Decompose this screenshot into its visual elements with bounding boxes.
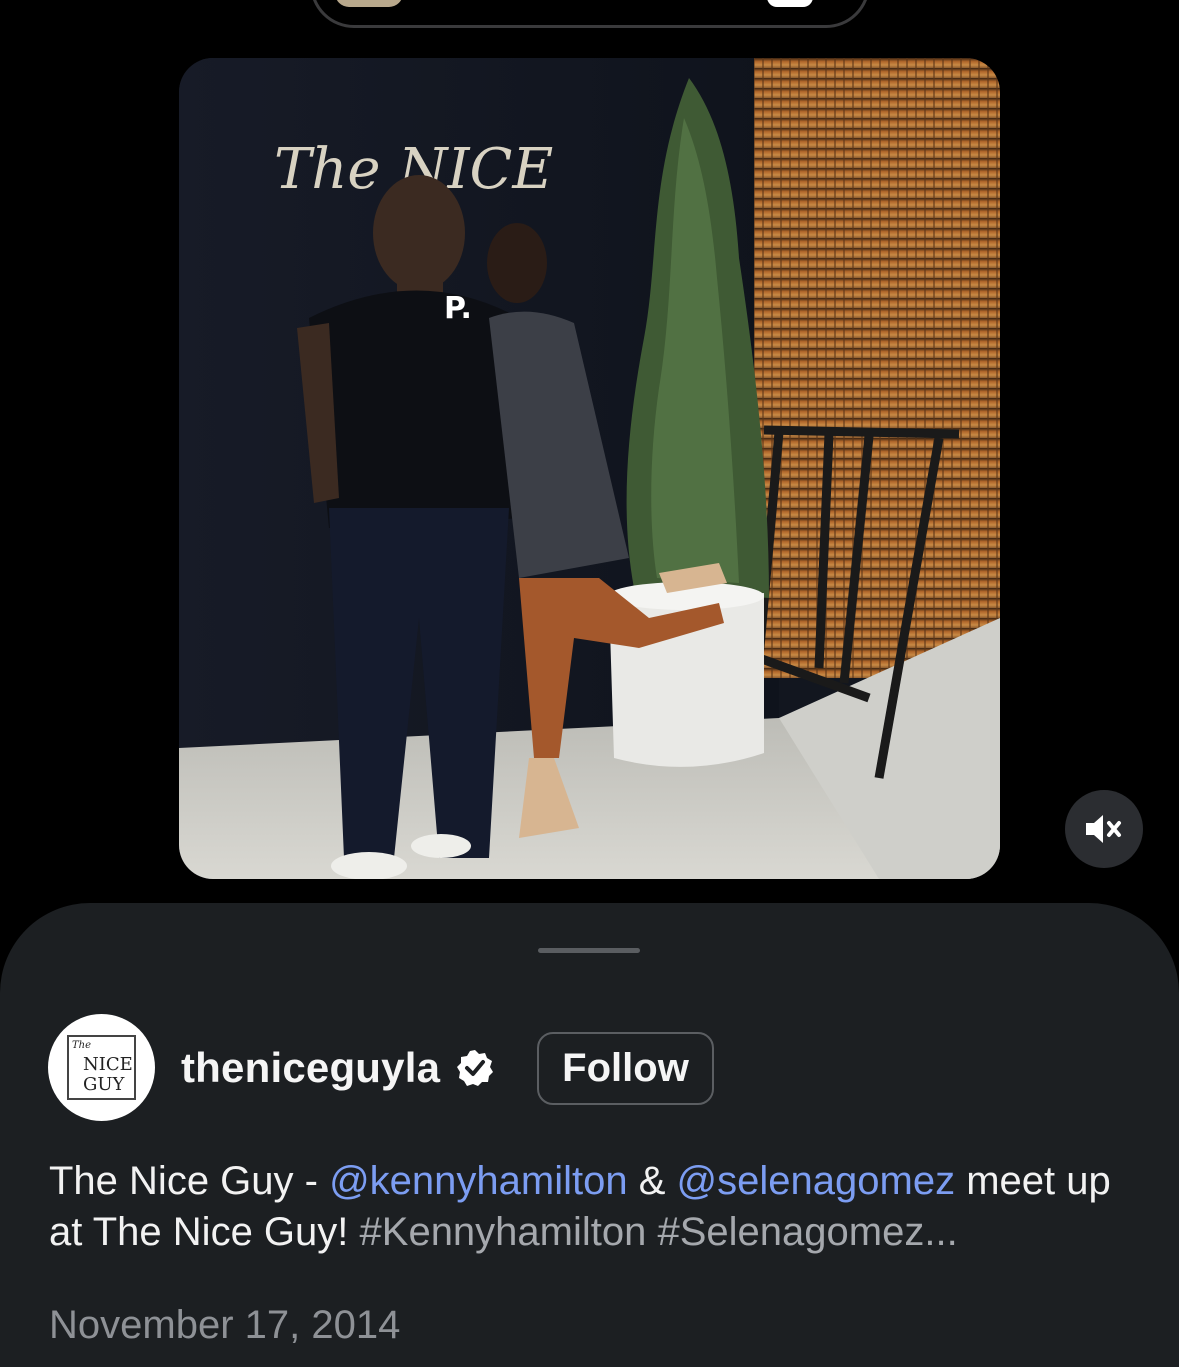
avatar-text-guy: GUY [83,1074,126,1095]
account-row: theniceguyla [181,1043,494,1093]
shirt-letter: P. [444,291,472,326]
mention-selenagomez[interactable]: @selenagomez [677,1159,956,1203]
speaker-muted-icon [1086,815,1121,843]
verified-badge-icon [457,1050,494,1086]
mention-kennyhamilton[interactable]: @kennyhamilton [329,1159,628,1203]
avatar-text-the: The [72,1040,91,1051]
post-photo[interactable]: The NICE P. [179,58,1000,879]
follow-button[interactable]: Follow [537,1032,714,1105]
caption-text: The Nice Guy - [49,1159,330,1203]
avatar[interactable]: The NICE GUY [48,1014,155,1121]
sheet-drag-handle[interactable] [538,948,640,953]
post-date: November 17, 2014 [49,1303,401,1347]
post-caption: The Nice Guy - @kennyhamilton & @selenag… [49,1156,1139,1258]
mute-toggle-button[interactable] [1065,790,1143,868]
post-info-sheet[interactable]: The NICE GUY theniceguyla Follow The Nic… [0,903,1179,1367]
avatar-text-nice: NICE [83,1054,133,1075]
caption-hashtags[interactable]: #Kennyhamilton #Selenagomez... [360,1210,958,1254]
top-media-pill[interactable] [310,0,870,28]
top-pill-thumbnail [335,0,403,7]
username-link[interactable]: theniceguyla [181,1044,440,1092]
top-pill-indicator [767,0,813,7]
caption-text: & [627,1159,677,1203]
post-viewer-screen: The NICE P. The NICE GUY theniceguyla Fo… [0,0,1179,1367]
